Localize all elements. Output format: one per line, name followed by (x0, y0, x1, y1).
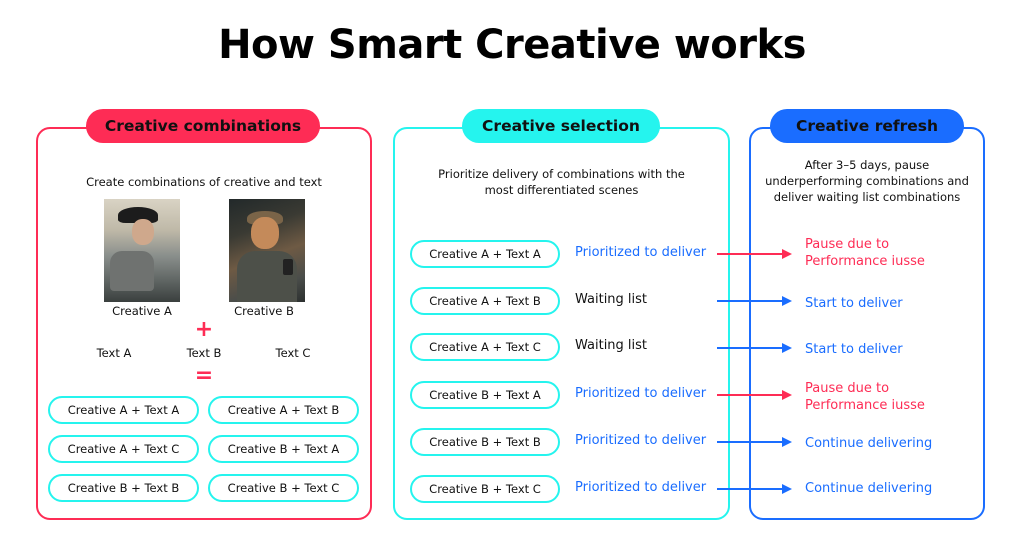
selection-row-status: Waiting list (575, 292, 648, 307)
plus-icon: + (194, 317, 214, 342)
selection-description-line: most differentiated scenes (484, 183, 639, 197)
refresh-outcome: Continue delivering (805, 480, 932, 497)
refresh-outcome: Start to deliver (805, 295, 903, 312)
selection-row-status: Prioritized to deliver (575, 245, 707, 260)
selection-row-status: Prioritized to deliver (575, 433, 707, 448)
creative-a-image (104, 199, 180, 302)
combination-pill: Creative A + Text C (48, 435, 199, 463)
refresh-outcome: Pause due to Performance iusse (805, 236, 925, 270)
text-c-label: Text C (275, 346, 311, 360)
combination-pill: Creative A + Text B (208, 396, 359, 424)
refresh-description: After 3–5 days, pause underperforming co… (753, 157, 981, 205)
combination-pill: Creative A + Text A (48, 396, 199, 424)
selection-row-combination: Creative B + Text B (410, 428, 560, 456)
creative-refresh-header: Creative refresh (770, 109, 964, 143)
combination-pill: Creative B + Text C (208, 474, 359, 502)
creative-selection-header: Creative selection (462, 109, 660, 143)
selection-row-combination: Creative A + Text A (410, 240, 560, 268)
selection-row-combination: Creative A + Text C (410, 333, 560, 361)
outcome-line: Performance iusse (805, 254, 925, 269)
refresh-description-line: After 3–5 days, pause (804, 158, 930, 172)
outcome-line: Pause due to (805, 237, 890, 252)
creative-combinations-header: Creative combinations (86, 109, 320, 143)
selection-description-line: Prioritize delivery of combinations with… (438, 167, 685, 181)
equals-icon: = (194, 363, 214, 388)
page-title: How Smart Creative works (218, 22, 806, 68)
outcome-line: Start to deliver (805, 342, 903, 357)
refresh-description-line: deliver waiting list combinations (773, 190, 961, 204)
selection-row-combination: Creative B + Text C (410, 475, 560, 503)
text-a-label: Text A (96, 346, 132, 360)
creative-b-image (229, 199, 305, 302)
selection-description: Prioritize delivery of combinations with… (397, 166, 726, 198)
outcome-line: Continue delivering (805, 481, 933, 496)
outcome-line: Start to deliver (805, 296, 903, 311)
text-b-label: Text B (186, 346, 222, 360)
selection-row-combination: Creative B + Text A (410, 381, 560, 409)
combination-pill: Creative B + Text A (208, 435, 359, 463)
selection-row-status: Prioritized to deliver (575, 480, 707, 495)
refresh-outcome: Continue delivering (805, 435, 932, 452)
selection-row-status: Waiting list (575, 338, 648, 353)
selection-row-combination: Creative A + Text B (410, 287, 560, 315)
combination-pill: Creative B + Text B (48, 474, 199, 502)
outcome-line: Pause due to (805, 381, 890, 396)
refresh-outcome: Start to deliver (805, 341, 903, 358)
refresh-description-line: underperforming combinations and (765, 174, 969, 188)
outcome-line: Performance iusse (805, 398, 925, 413)
combinations-description: Create combinations of creative and text (86, 175, 322, 189)
selection-row-status: Prioritized to deliver (575, 386, 707, 401)
creative-a-label: Creative A (112, 304, 172, 318)
refresh-outcome: Pause due to Performance iusse (805, 380, 925, 414)
creative-b-label: Creative B (234, 304, 294, 318)
outcome-line: Continue delivering (805, 436, 933, 451)
